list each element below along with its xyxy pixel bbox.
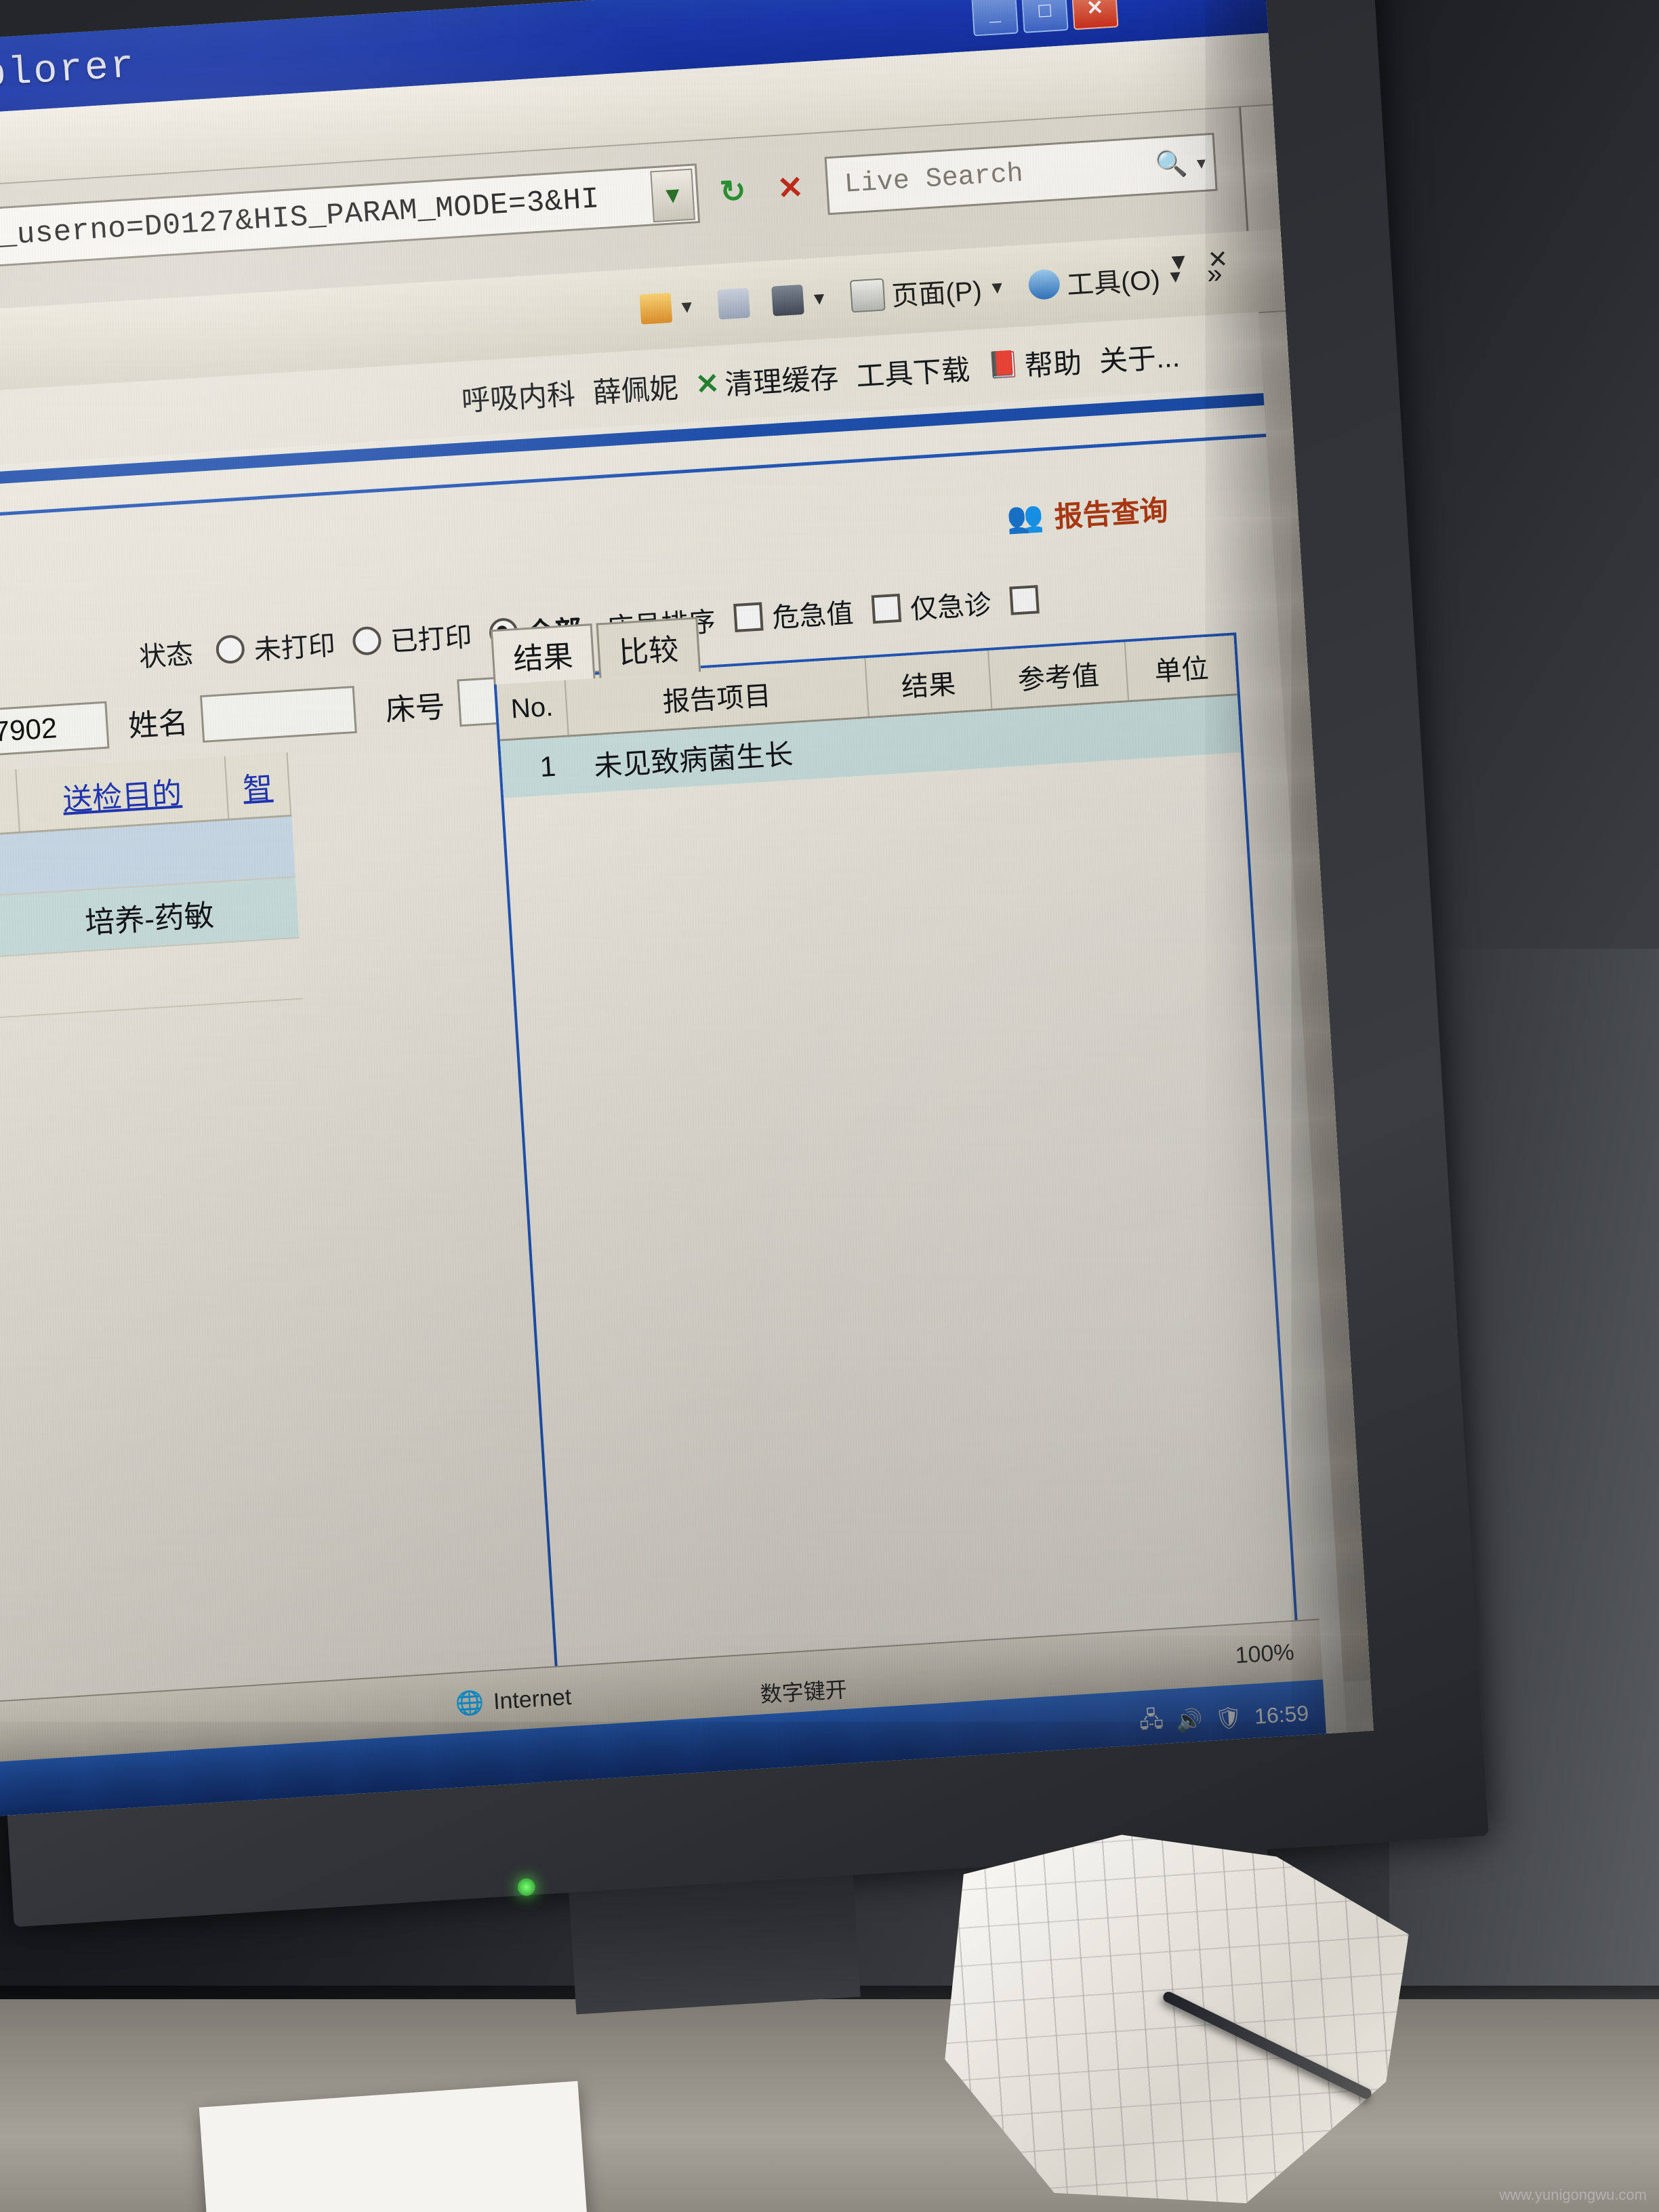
- ime-status-label: 数字键开: [759, 1677, 848, 1707]
- refresh-icon[interactable]: ↻: [706, 165, 759, 217]
- globe-icon: 🌐: [454, 1689, 485, 1717]
- bed-number-label: 床号: [384, 690, 447, 728]
- command-tools-label: 工具(O): [1065, 265, 1162, 301]
- maximize-button[interactable]: □: [1021, 0, 1069, 33]
- clear-cache-icon: ✕: [694, 367, 720, 401]
- nav-clear-cache[interactable]: ✕ 清理缓存: [694, 354, 840, 405]
- nav-help-label: 帮助: [1023, 346, 1083, 382]
- radio-unprinted-icon[interactable]: [215, 634, 246, 665]
- checkbox-critical-label: 危急值: [771, 598, 855, 634]
- patient-name-label: 姓名: [127, 706, 189, 743]
- status-zoom-label[interactable]: 100%: [1234, 1639, 1294, 1668]
- tray-icon-shield[interactable]: 🛡: [1214, 1704, 1243, 1732]
- stop-icon[interactable]: ✕: [764, 161, 817, 213]
- checkbox-extra[interactable]: [1009, 585, 1040, 615]
- nav-help[interactable]: 📕 帮助: [986, 340, 1083, 387]
- result-panel: No. 报告项目 结果 参考值 单位 1 未见致病菌生长: [493, 632, 1304, 1767]
- status-zone: 🌐 Internet: [455, 1683, 573, 1718]
- patient-id-input[interactable]: 0000467902: [0, 701, 110, 762]
- column-no: No.: [496, 676, 569, 739]
- nav-department: 呼吸内科: [460, 377, 577, 417]
- monitor: HP 中国银行 ernet Explorer _ □ ✕ □ ✕ 3 肺肺恒恒道…: [0, 0, 1573, 2015]
- column-result: 结果: [865, 650, 993, 716]
- command-feeds[interactable]: [717, 287, 751, 320]
- cell-unit: [1117, 695, 1241, 760]
- command-print[interactable]: ▼: [771, 283, 829, 316]
- search-placeholder-text: Live Search: [843, 158, 1025, 201]
- page-chevron-down-icon[interactable]: ▼: [987, 276, 1006, 299]
- nav-clear-cache-label: 清理缓存: [724, 361, 840, 401]
- radio-printed[interactable]: 已打印: [352, 615, 473, 661]
- close-button[interactable]: ✕: [1071, 0, 1119, 30]
- radio-printed-label: 已打印: [390, 622, 473, 657]
- tab-result[interactable]: 结果: [490, 623, 596, 685]
- radio-unprinted-label: 未打印: [253, 630, 337, 665]
- checkbox-emergency-icon[interactable]: [871, 593, 902, 624]
- nav-username: 薛佩妮: [592, 371, 680, 409]
- checkbox-extra-icon[interactable]: [1009, 585, 1040, 615]
- command-home[interactable]: ▼: [639, 291, 696, 325]
- url-text: /main/sysMain.aspx?rmkj_userno=D0127&HIS…: [0, 182, 600, 280]
- cell-reference: [970, 703, 1121, 769]
- minimize-button[interactable]: _: [971, 0, 1019, 37]
- home-icon[interactable]: [639, 292, 672, 325]
- status-zone-label: Internet: [492, 1683, 573, 1715]
- search-dropdown-icon[interactable]: ▾: [1196, 152, 1206, 173]
- feeds-icon[interactable]: [717, 287, 751, 320]
- photo-scene: HP 中国银行 ernet Explorer _ □ ✕ □ ✕ 3 肺肺恒恒道…: [0, 0, 1659, 2212]
- users-icon: 👥: [1005, 499, 1045, 535]
- tray-icon-volume[interactable]: 🔊: [1175, 1706, 1204, 1734]
- status-label: 状态: [138, 639, 194, 673]
- url-history-dropdown-icon[interactable]: ▼: [650, 168, 695, 223]
- watermark: www.yunigongwu.com: [1499, 2186, 1647, 2203]
- search-input[interactable]: Live Search 🔍 ▾: [824, 132, 1218, 216]
- specimen-table: 标本类型 标本备注 送检目的 智 静脉血浆 静脉全血 培养-药敏 痰液: [0, 752, 303, 1042]
- column-extra[interactable]: 智: [225, 752, 292, 819]
- monitor-stand: [569, 1875, 861, 2015]
- radio-unprinted[interactable]: 未打印: [215, 623, 336, 670]
- checkbox-critical-icon[interactable]: [733, 602, 764, 632]
- system-tray[interactable]: 🖧 🔊 🛡 16:59: [1139, 1695, 1310, 1742]
- tab-compare[interactable]: 比较: [596, 617, 701, 678]
- column-test-purpose[interactable]: 送检目的: [16, 756, 230, 832]
- page-close-icon[interactable]: ✕: [1207, 245, 1229, 274]
- nav-tool-download[interactable]: 工具下载: [855, 346, 971, 394]
- command-page-label: 页面(P): [890, 276, 983, 312]
- checkbox-emergency[interactable]: 仅急诊: [871, 583, 992, 630]
- checkbox-emergency-label: 仅急诊: [909, 590, 993, 625]
- cell-no: 1: [539, 750, 557, 783]
- search-icon[interactable]: 🔍: [1154, 148, 1189, 180]
- page-collapse-chevron-icon[interactable]: ▼: [1166, 248, 1191, 276]
- tray-icon-network[interactable]: 🖧: [1139, 1704, 1165, 1742]
- page-icon[interactable]: [850, 278, 886, 313]
- help-book-icon: 📕: [986, 350, 1021, 381]
- window-controls[interactable]: _ □ ✕: [971, 0, 1119, 37]
- print-icon[interactable]: [771, 284, 805, 316]
- radio-printed-icon[interactable]: [352, 626, 382, 656]
- report-query-label: 报告查询: [1053, 494, 1170, 533]
- home-chevron-down-icon[interactable]: ▼: [678, 295, 697, 318]
- command-page[interactable]: 页面(P) ▼: [850, 267, 1007, 316]
- print-chevron-down-icon[interactable]: ▼: [810, 287, 829, 310]
- screen: 中国银行 ernet Explorer _ □ ✕ □ ✕ 3 肺肺恒恒道性肺脉…: [0, 0, 1374, 1824]
- nav-about[interactable]: 关于...: [1098, 333, 1181, 380]
- checkbox-critical[interactable]: 危急值: [733, 591, 855, 638]
- tools-icon[interactable]: [1027, 268, 1061, 301]
- command-tools[interactable]: 工具(O) ▼: [1027, 256, 1185, 305]
- column-reference: 参考值: [989, 642, 1130, 709]
- column-unit: 单位: [1153, 653, 1210, 687]
- tray-clock[interactable]: 16:59: [1254, 1700, 1309, 1729]
- window-title: ernet Explorer: [0, 43, 138, 110]
- cell-result: [836, 712, 973, 777]
- patient-name-input[interactable]: [199, 685, 357, 743]
